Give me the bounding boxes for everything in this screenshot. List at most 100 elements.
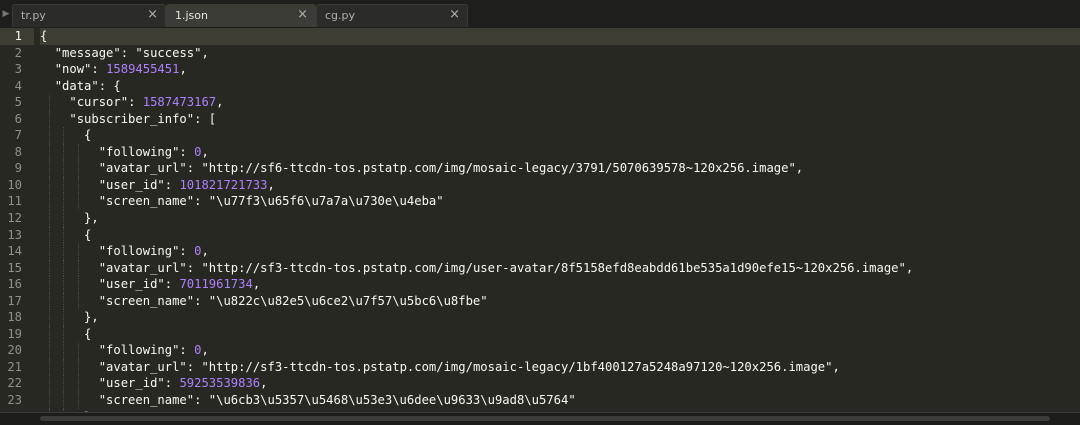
indent-guide (48, 259, 50, 277)
number-token: 1587473167 (142, 95, 217, 110)
code-line[interactable]: "following": 0, (40, 342, 1080, 359)
indent-guide (63, 259, 65, 277)
punctuation-token: : (91, 62, 107, 77)
string-token: "http://sf3-ttcdn-tos.pstatp.com/img/mos… (201, 359, 833, 374)
indent-guide (63, 143, 65, 161)
code-line[interactable]: }, (40, 210, 1080, 227)
punctuation-token: , (201, 45, 209, 60)
line-number: 21 (7, 359, 22, 374)
string-token: "\u6cb3\u5357\u5468\u53e3\u6dee\u9633\u9… (208, 393, 576, 408)
tab-cg-py[interactable]: cg.py × (316, 4, 468, 27)
punctuation-token: : (179, 343, 195, 358)
punctuation-token (40, 95, 69, 109)
close-icon[interactable]: × (297, 8, 308, 22)
punctuation-token: : [ (194, 111, 217, 126)
code-line[interactable]: "cursor": 1587473167, (40, 94, 1080, 111)
indent-guide (63, 176, 65, 194)
string-token: "\u822c\u82e5\u6ce2\u7f57\u5bc6\u8fbe" (208, 293, 488, 308)
punctuation-token: : (164, 376, 180, 391)
string-token: "screen_name" (98, 194, 195, 209)
indent-guide (63, 309, 65, 326)
code-line[interactable]: }, (40, 309, 1080, 326)
code-line[interactable]: "user_id": 101821721733, (40, 176, 1080, 194)
code-editor[interactable]: 123456789101112131415161718192021222324 … (0, 28, 1080, 413)
punctuation-token: : (186, 161, 202, 176)
code-area[interactable]: { "message": "success", "now": 158945545… (40, 28, 1080, 413)
code-line[interactable]: "following": 0, (40, 143, 1080, 161)
string-token: "now" (54, 62, 92, 77)
status-strip (0, 412, 1080, 425)
indent-guide (78, 193, 80, 211)
indent-guide (63, 193, 65, 211)
punctuation-token: : (128, 95, 143, 110)
punctuation-token: : (179, 244, 195, 259)
number-token: 7011961734 (179, 277, 253, 292)
code-line[interactable]: "avatar_url": "http://sf3-ttcdn-tos.psta… (40, 358, 1080, 376)
tab-bar: ▶ tr.py × 1.json × cg.py × (0, 0, 1080, 29)
line-number: 14 (7, 244, 22, 259)
line-number-gutter: 123456789101112131415161718192021222324 (0, 28, 34, 413)
string-token: "following" (98, 144, 180, 159)
string-token: "data" (54, 78, 99, 93)
punctuation-token: : (164, 177, 180, 192)
code-line[interactable]: "following": 0, (40, 243, 1080, 260)
string-token: "screen_name" (98, 393, 195, 408)
line-number: 23 (7, 393, 22, 408)
indent-guide (63, 160, 65, 177)
indent-guide (48, 309, 50, 326)
string-token: "screen_name" (98, 293, 195, 308)
tab-scroll-left-icon[interactable]: ▶ (0, 0, 12, 28)
code-line[interactable]: { (40, 28, 1080, 45)
indent-guide (78, 342, 80, 359)
indent-guide (63, 392, 65, 409)
code-line[interactable]: "avatar_url": "http://sf6-ttcdn-tos.psta… (40, 160, 1080, 177)
string-token: "avatar_url" (98, 260, 187, 275)
indent-guide (48, 243, 50, 260)
code-line[interactable]: { (40, 325, 1080, 343)
punctuation-token: : (179, 144, 195, 159)
code-line[interactable]: { (40, 127, 1080, 144)
punctuation-token: : { (98, 78, 121, 93)
tab-1-json[interactable]: 1.json × (166, 4, 316, 27)
indent-guide (48, 226, 50, 244)
code-line[interactable]: "screen_name": "\u6cb3\u5357\u5468\u53e3… (40, 392, 1080, 409)
code-line[interactable]: { (40, 226, 1080, 244)
indent-guide (48, 193, 50, 211)
code-line[interactable]: "avatar_url": "http://sf3-ttcdn-tos.psta… (40, 259, 1080, 277)
code-line[interactable]: "user_id": 7011961734, (40, 276, 1080, 293)
line-number: 6 (14, 111, 22, 126)
indent-guide (78, 375, 80, 393)
code-line[interactable]: "user_id": 59253539836, (40, 375, 1080, 393)
indent-guide (48, 342, 50, 359)
indent-guide (78, 259, 80, 277)
editor-window: ▶ tr.py × 1.json × cg.py × 1 2 3 4 5 6 7 8 9 10 11… (0, 0, 1080, 425)
indent-guide (48, 127, 50, 144)
punctuation-token: , (252, 277, 261, 292)
punctuation-token: , (795, 161, 804, 176)
horizontal-scrollbar[interactable] (40, 416, 1050, 421)
punctuation-token: , (201, 244, 209, 259)
string-token: "http://sf3-ttcdn-tos.pstatp.com/img/use… (201, 260, 906, 275)
code-line[interactable]: "subscriber_info": [ (40, 110, 1080, 128)
line-number: 7 (14, 128, 22, 143)
punctuation-token: : (120, 45, 136, 60)
string-token: "success" (135, 45, 202, 60)
code-line[interactable]: "screen_name": "\u77f3\u65f6\u7a7a\u730e… (40, 193, 1080, 211)
punctuation-token (40, 62, 55, 76)
close-icon[interactable]: × (147, 8, 158, 22)
code-line[interactable]: "data": { (40, 78, 1080, 95)
number-token: 101821721733 (179, 177, 268, 192)
string-token: "avatar_url" (98, 161, 187, 176)
close-icon[interactable]: × (449, 8, 460, 22)
tab-tr-py[interactable]: tr.py × (12, 4, 166, 27)
code-line[interactable]: "message": "success", (40, 45, 1080, 62)
indent-guide (78, 243, 80, 260)
indent-guide (63, 375, 65, 393)
code-line[interactable]: "screen_name": "\u822c\u82e5\u6ce2\u7f57… (40, 292, 1080, 310)
code-line[interactable]: "now": 1589455451, (40, 61, 1080, 78)
punctuation-token: , (260, 376, 268, 391)
indent-guide (48, 110, 50, 128)
punctuation-token (40, 112, 69, 126)
punctuation-token: , (201, 144, 209, 159)
indent-guide (63, 243, 65, 260)
